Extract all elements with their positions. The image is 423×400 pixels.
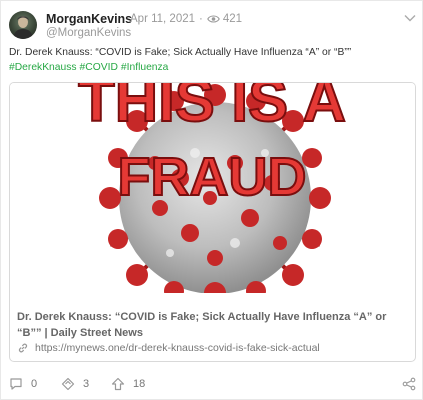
view-count: 421 xyxy=(222,13,243,25)
upvote-icon xyxy=(111,377,125,391)
post-actions: 0 3 18 xyxy=(9,377,416,393)
meta-separator: · xyxy=(199,13,203,25)
repost-icon xyxy=(61,377,75,391)
comment-button[interactable]: 0 xyxy=(9,377,37,391)
post-header: MorganKevins Apr 11, 2021 · 421 @MorganK… xyxy=(9,11,416,41)
comment-count: 0 xyxy=(31,378,38,390)
upvote-count: 18 xyxy=(133,378,146,390)
eye-icon xyxy=(207,15,220,23)
post-text: Dr. Derek Knauss: “COVID is Fake; Sick A… xyxy=(9,47,352,58)
upvote-button[interactable]: 18 xyxy=(111,377,145,391)
post-meta: Apr 11, 2021 · 421 xyxy=(130,13,242,25)
link-preview-card[interactable]: THIS IS A FRAUD Dr. Derek Knauss: “COVID… xyxy=(9,82,416,362)
image-text-line1: THIS IS A xyxy=(78,83,346,134)
post-date[interactable]: Apr 11, 2021 xyxy=(130,13,195,25)
link-preview-title[interactable]: Dr. Derek Knauss: “COVID is Fake; Sick A… xyxy=(17,309,409,341)
post-card: MorganKevins Apr 11, 2021 · 421 @MorganK… xyxy=(0,0,423,400)
link-preview-url[interactable]: https://mynews.one/dr-derek-knauss-covid… xyxy=(17,342,320,354)
repost-button[interactable]: 3 xyxy=(61,377,89,391)
hashtag-link[interactable]: #Influenza xyxy=(121,62,169,73)
hashtag-link[interactable]: #COVID xyxy=(80,62,118,73)
hashtag-link[interactable]: #DerekKnauss xyxy=(9,62,77,73)
username[interactable]: MorganKevins xyxy=(46,12,132,26)
hashtag-list: #DerekKnauss #COVID #Influenza xyxy=(9,62,171,73)
user-handle[interactable]: @MorganKevins xyxy=(46,27,131,39)
link-url-text: https://mynews.one/dr-derek-knauss-covid… xyxy=(35,342,320,354)
chevron-down-icon[interactable] xyxy=(404,14,416,22)
comment-icon xyxy=(10,378,22,390)
link-icon xyxy=(18,343,28,353)
image-text-line2: FRAUD xyxy=(118,147,307,207)
repost-count: 3 xyxy=(83,378,90,390)
link-preview-image[interactable]: THIS IS A FRAUD xyxy=(10,83,415,293)
avatar[interactable] xyxy=(9,11,37,39)
share-icon[interactable] xyxy=(402,377,416,391)
